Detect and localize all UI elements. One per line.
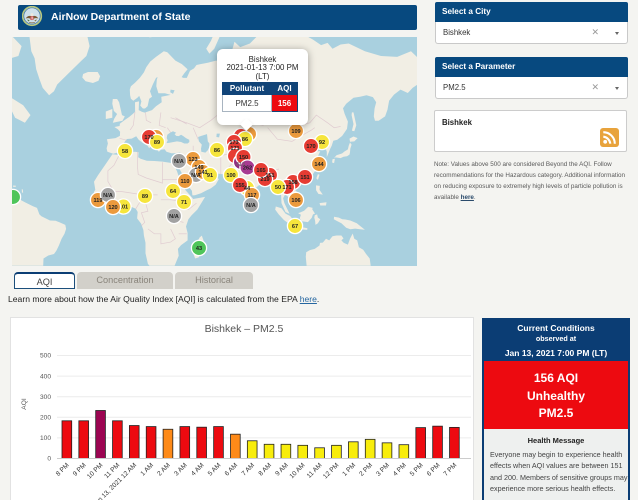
svg-text:5 PM: 5 PM: [409, 462, 425, 478]
svg-text:89: 89: [154, 140, 160, 146]
svg-text:N/A: N/A: [174, 159, 184, 165]
svg-text:300: 300: [40, 394, 51, 401]
svg-text:4 AM: 4 AM: [190, 462, 206, 478]
svg-text:86: 86: [242, 137, 248, 143]
svg-text:219: 219: [260, 177, 269, 183]
svg-text:71: 71: [181, 200, 187, 206]
svg-text:8 PM: 8 PM: [55, 462, 71, 478]
svg-text:400: 400: [40, 373, 51, 380]
svg-text:44: 44: [244, 186, 251, 192]
svg-text:12 PM: 12 PM: [322, 462, 340, 480]
svg-text:4 PM: 4 PM: [392, 462, 408, 478]
svg-text:10 PM: 10 PM: [86, 462, 104, 480]
svg-text:11 AM: 11 AM: [306, 462, 324, 480]
svg-text:171: 171: [282, 185, 291, 191]
svg-text:0: 0: [47, 456, 51, 463]
svg-text:Bishkek – PM2.5: Bishkek – PM2.5: [205, 323, 284, 335]
svg-text:6 AM: 6 AM: [224, 462, 240, 478]
svg-text:2 AM: 2 AM: [156, 462, 172, 478]
svg-text:1 AM: 1 AM: [139, 462, 155, 478]
svg-text:120: 120: [108, 205, 117, 211]
svg-text:10 AM: 10 AM: [288, 462, 306, 480]
svg-text:N/A: N/A: [246, 203, 256, 209]
svg-text:6 PM: 6 PM: [426, 462, 442, 478]
svg-text:89: 89: [142, 194, 148, 200]
svg-text:50: 50: [275, 185, 281, 191]
svg-text:N/A: N/A: [169, 214, 179, 220]
svg-text:170: 170: [306, 144, 315, 150]
svg-text:117: 117: [247, 193, 256, 199]
svg-text:2 PM: 2 PM: [358, 462, 374, 478]
svg-text:165: 165: [256, 168, 265, 174]
svg-text:150: 150: [239, 155, 248, 161]
svg-text:170: 170: [144, 135, 153, 141]
svg-text:7 PM: 7 PM: [442, 462, 458, 478]
svg-text:7 AM: 7 AM: [241, 462, 257, 478]
svg-text:3 PM: 3 PM: [375, 462, 391, 478]
svg-text:AQI: AQI: [21, 398, 28, 410]
svg-text:100: 100: [40, 435, 51, 442]
svg-text:58: 58: [122, 149, 128, 155]
svg-text:151: 151: [300, 175, 309, 181]
svg-text:86: 86: [214, 148, 220, 154]
svg-text:110: 110: [180, 179, 189, 185]
svg-text:8 AM: 8 AM: [257, 462, 273, 478]
svg-text:5 AM: 5 AM: [207, 462, 223, 478]
svg-text:123: 123: [188, 157, 197, 163]
svg-text:N/A: N/A: [103, 193, 113, 199]
svg-text:109: 109: [291, 129, 300, 135]
svg-text:144: 144: [314, 162, 324, 168]
svg-text:262: 262: [243, 166, 252, 172]
svg-text:3 AM: 3 AM: [173, 462, 189, 478]
svg-text:64: 64: [170, 189, 177, 195]
svg-text:200: 200: [40, 415, 51, 422]
svg-text:91: 91: [207, 173, 213, 179]
svg-text:155: 155: [235, 183, 244, 189]
svg-text:500: 500: [40, 353, 51, 360]
svg-text:92: 92: [319, 140, 325, 146]
svg-text:67: 67: [292, 224, 298, 230]
svg-text:1 PM: 1 PM: [341, 462, 357, 478]
svg-text:43: 43: [196, 246, 202, 252]
svg-text:100: 100: [226, 173, 235, 179]
svg-text:119: 119: [93, 198, 102, 204]
svg-text:171: 171: [230, 146, 239, 152]
svg-text:106: 106: [291, 198, 300, 204]
